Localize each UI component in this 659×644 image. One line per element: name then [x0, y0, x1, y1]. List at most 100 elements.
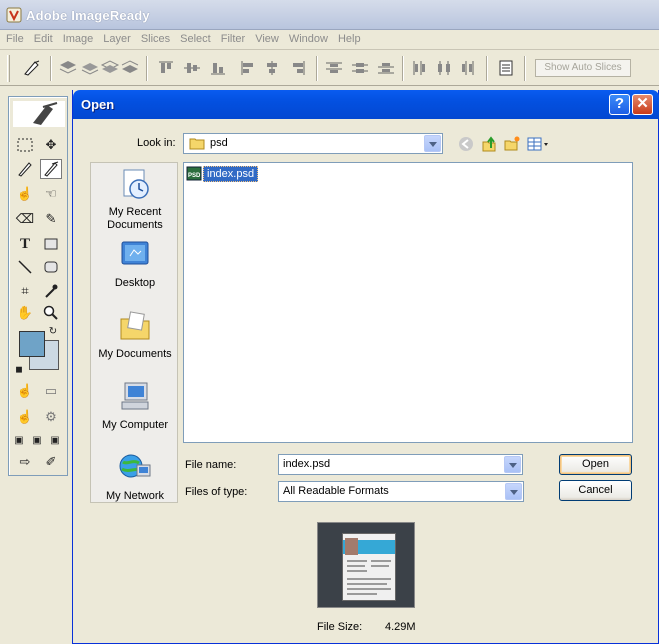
type-tool-icon[interactable]: T — [14, 234, 36, 254]
file-name-input[interactable]: index.psd — [278, 454, 523, 475]
slice-palette-icon[interactable] — [496, 59, 516, 77]
menu-view[interactable]: View — [250, 30, 284, 45]
back-icon[interactable] — [457, 135, 475, 153]
options-bar-grip[interactable] — [7, 55, 10, 82]
up-one-level-icon[interactable] — [480, 135, 498, 153]
toolbar-separator — [146, 56, 148, 81]
close-button[interactable]: ✕ — [632, 94, 653, 115]
menu-window[interactable]: Window — [284, 30, 333, 45]
menu-select[interactable]: Select — [175, 30, 216, 45]
files-of-type-select[interactable]: All Readable Formats — [278, 481, 524, 502]
view-menu-icon[interactable] — [527, 135, 551, 153]
place-my-network[interactable]: My Network — [91, 451, 179, 503]
help-button[interactable]: ? — [609, 94, 630, 115]
menu-help[interactable]: Help — [333, 30, 366, 45]
menu-slices[interactable]: Slices — [136, 30, 175, 45]
place-my-recent-documents[interactable]: My Recent Documents — [91, 167, 179, 232]
align-right-icon[interactable] — [288, 59, 308, 77]
places-bar: My Recent Documents Desktop My Documents… — [90, 162, 178, 503]
crop-tool-icon[interactable]: ⌗ — [14, 281, 36, 301]
line-tool-icon[interactable] — [14, 257, 36, 277]
rectangle-marquee-tool-icon[interactable] — [14, 135, 36, 155]
jump-to-photoshop-icon[interactable]: ⇨ — [14, 452, 36, 472]
toolbar-separator — [402, 56, 404, 81]
align-left-icon[interactable] — [238, 59, 258, 77]
distribute-top-icon[interactable] — [324, 59, 344, 77]
menu-edit[interactable]: Edit — [29, 30, 58, 45]
imageready-palette-logo-icon — [13, 101, 65, 127]
show-auto-slices-button[interactable]: Show Auto Slices — [535, 59, 631, 77]
standard-screen-mode-icon[interactable]: ▣ — [11, 430, 27, 450]
cancel-button[interactable]: Cancel — [559, 480, 632, 501]
send-backward-icon[interactable] — [100, 59, 120, 77]
psd-file-icon: PSD — [186, 166, 202, 181]
default-colors-icon[interactable]: ◼ — [13, 363, 25, 375]
preview-document-icon[interactable]: ⚙ — [40, 407, 62, 427]
open-button[interactable]: Open — [559, 454, 632, 475]
paintbrush-tool-icon[interactable]: ✎ — [40, 209, 62, 229]
align-horizontal-center-icon[interactable] — [262, 59, 282, 77]
rectangle-tool-icon[interactable] — [40, 234, 62, 254]
eraser-tool-icon[interactable]: ⌫ — [14, 209, 36, 229]
place-label: My Documents — [98, 348, 172, 360]
edit-in-photoshop-icon[interactable]: ✐ — [40, 452, 62, 472]
files-of-type-label: Files of type: — [185, 486, 248, 498]
hand-tool-icon[interactable]: ✋ — [14, 303, 36, 323]
open-dialog: Open ? ✕ Look in: psd My Recent Document… — [72, 90, 659, 644]
toggle-slice-visibility-icon[interactable]: ▭ — [40, 381, 62, 401]
file-list[interactable]: PSD index.psd — [183, 162, 633, 443]
toggle-image-map-visibility-icon[interactable]: ☝ — [14, 381, 36, 401]
align-top-icon[interactable] — [156, 59, 176, 77]
bring-forward-icon[interactable] — [80, 59, 100, 77]
desktop-icon — [121, 241, 149, 265]
new-folder-icon[interactable] — [503, 135, 521, 153]
menu-bar: File Edit Image Layer Slices Select Filter View… — [0, 30, 659, 50]
distribute-middle-icon[interactable] — [350, 59, 370, 77]
rounded-rectangle-tool-icon[interactable] — [40, 257, 62, 277]
align-vertical-center-icon[interactable] — [182, 59, 202, 77]
full-screen-mode-icon[interactable]: ▣ — [47, 430, 63, 450]
file-size-value: 4.29M — [385, 621, 416, 633]
rollover-preview-icon[interactable]: ☝ — [14, 407, 36, 427]
distribute-center-icon[interactable] — [434, 59, 454, 77]
tool-palette: ✥ ☝ ☜ ⌫ ✎ T ⌗ ✋ ↻ ◼ ☝ ▭ ☝ ⚙ ▣ ▣ ▣ ⇨ ✐ — [8, 96, 68, 476]
menu-file[interactable]: File — [0, 30, 29, 45]
slice-select-tool-icon[interactable] — [40, 159, 62, 179]
send-to-back-icon[interactable] — [120, 59, 140, 77]
slice-select-tool-icon[interactable] — [22, 59, 42, 77]
preview-page — [342, 533, 396, 601]
bring-to-front-icon[interactable] — [58, 59, 78, 77]
menu-filter[interactable]: Filter — [216, 30, 250, 45]
recent-documents-icon — [123, 169, 149, 199]
eyedropper-tool-icon[interactable] — [40, 281, 62, 301]
look-in-dropdown[interactable]: psd — [183, 133, 443, 154]
my-documents-icon — [120, 311, 150, 340]
place-desktop[interactable]: Desktop — [91, 238, 179, 290]
file-name-dropdown-arrow[interactable] — [504, 456, 521, 473]
menu-image[interactable]: Image — [58, 30, 99, 45]
zoom-tool-icon[interactable] — [40, 303, 62, 323]
image-map-select-tool-icon[interactable]: ☜ — [40, 184, 62, 204]
place-my-documents[interactable]: My Documents — [91, 309, 179, 361]
foreground-color-swatch[interactable] — [19, 331, 45, 357]
distribute-bottom-icon[interactable] — [376, 59, 396, 77]
app-title-bar: Adobe ImageReady — [0, 0, 659, 30]
distribute-left-icon[interactable] — [410, 59, 430, 77]
image-map-tool-icon[interactable]: ☝ — [14, 184, 36, 204]
file-size-label: File Size: — [317, 621, 363, 633]
swap-colors-icon[interactable]: ↻ — [47, 325, 59, 337]
menu-layer[interactable]: Layer — [98, 30, 136, 45]
my-network-icon — [119, 454, 151, 478]
move-tool-icon[interactable]: ✥ — [40, 135, 62, 155]
align-bottom-icon[interactable] — [208, 59, 228, 77]
file-list-item[interactable]: PSD index.psd — [186, 165, 259, 182]
full-screen-menu-mode-icon[interactable]: ▣ — [29, 430, 45, 450]
svg-text:PSD: PSD — [188, 173, 201, 179]
files-of-type-dropdown-arrow[interactable] — [505, 483, 522, 500]
look-in-dropdown-arrow[interactable] — [424, 135, 441, 152]
slice-tool-icon[interactable] — [14, 159, 36, 179]
place-my-computer[interactable]: My Computer — [91, 380, 179, 432]
file-name-value: index.psd — [283, 458, 331, 470]
distribute-right-icon[interactable] — [458, 59, 478, 77]
place-label: Desktop — [114, 277, 156, 289]
